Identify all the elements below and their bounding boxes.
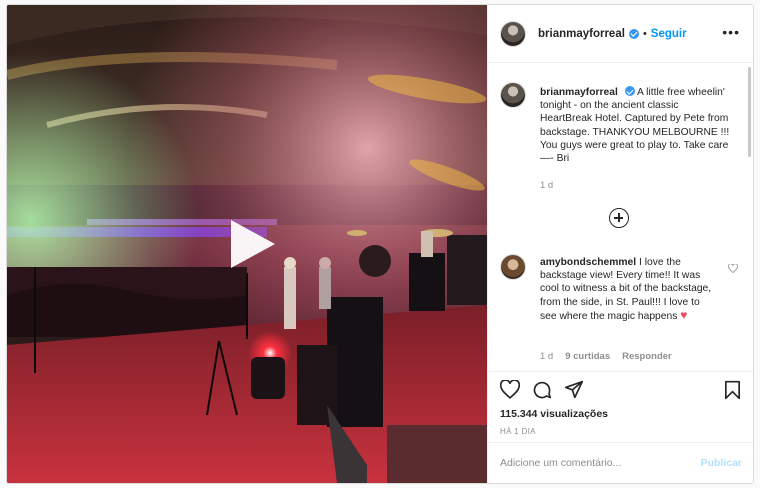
view-count[interactable]: 115.344 visualizações xyxy=(500,408,608,420)
comment-reply-button[interactable]: Responder xyxy=(622,351,672,362)
caption-meta: 1 d xyxy=(540,180,553,191)
comment-meta: 1 d 9 curtidas Responder xyxy=(540,351,672,362)
follow-button[interactable]: Seguir xyxy=(651,28,687,40)
comment-input[interactable] xyxy=(500,454,690,472)
comments-scrollbar[interactable] xyxy=(748,67,751,157)
caption-time: 1 d xyxy=(540,180,554,191)
heart-icon[interactable] xyxy=(500,380,520,399)
comment-icon[interactable] xyxy=(532,380,552,400)
caption-text: A little free wheelin' tonight - on the … xyxy=(540,87,730,165)
video-player[interactable] xyxy=(7,5,487,483)
comments-list[interactable]: brianmayforreal A little free wheelin' t… xyxy=(488,64,753,370)
more-options-icon[interactable]: ••• xyxy=(722,25,740,39)
publish-button[interactable]: Publicar xyxy=(701,457,742,469)
caption-username[interactable]: brianmayforreal xyxy=(540,87,618,98)
post-dialog: brianmayforreal • Seguir ••• brianmayfor… xyxy=(6,4,754,484)
comment-like-heart-icon[interactable] xyxy=(728,263,738,275)
red-heart-emoji: ♥ xyxy=(680,307,688,322)
plus-circle-icon[interactable] xyxy=(609,208,629,228)
comment-body: amybondschemmel I love the backstage vie… xyxy=(540,256,716,323)
bookmark-icon[interactable] xyxy=(724,380,741,400)
avatar[interactable] xyxy=(500,254,526,280)
caption-body: brianmayforreal A little free wheelin' t… xyxy=(540,86,730,165)
verified-badge-icon xyxy=(624,86,635,96)
separator-dot: • xyxy=(642,27,647,40)
post-side-panel: brianmayforreal • Seguir ••• brianmayfor… xyxy=(487,5,753,483)
avatar[interactable] xyxy=(500,82,526,108)
verified-badge-icon xyxy=(628,28,639,39)
paper-plane-icon[interactable] xyxy=(564,380,584,399)
comment-likes[interactable]: 9 curtidas xyxy=(565,351,610,362)
comment-time: 1 d xyxy=(540,351,554,362)
avatar[interactable] xyxy=(500,20,526,47)
comment-username[interactable]: amybondschemmel xyxy=(540,257,636,268)
post-header: brianmayforreal • Seguir ••• xyxy=(488,5,753,63)
play-icon[interactable] xyxy=(221,214,281,274)
post-timestamp: HÁ 1 DIA xyxy=(500,427,536,436)
comment-composer: Publicar xyxy=(488,442,753,483)
post-username[interactable]: brianmayforreal xyxy=(538,28,625,40)
post-actions: 115.344 visualizações HÁ 1 DIA xyxy=(488,371,753,441)
